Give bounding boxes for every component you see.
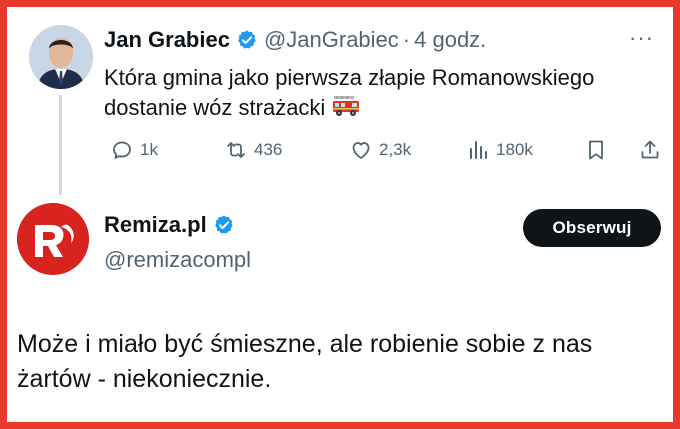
share-action[interactable]	[638, 135, 668, 165]
bookmark-action[interactable]	[584, 135, 614, 165]
views-action[interactable]: 180k	[466, 135, 533, 165]
views-count: 180k	[496, 140, 533, 159]
verified-badge-icon	[213, 214, 235, 236]
reply-to-text: Która gmina jako pierwsza złapie Romanow…	[104, 63, 664, 127]
like-action[interactable]: 2,3k	[349, 135, 411, 165]
reply-action[interactable]: 1k	[110, 135, 158, 165]
author-name[interactable]: Jan Grabiec	[104, 27, 230, 53]
repost-count: 436	[254, 140, 283, 159]
tweet-text: Może i miało być śmieszne, ale robienie …	[17, 330, 593, 393]
bookmark-icon	[589, 140, 603, 160]
like-count: 2,3k	[379, 140, 412, 159]
reply-to-header: Jan Grabiec @JanGrabiec · 4 godz.	[104, 27, 486, 53]
tweet-header: Remiza.pl	[104, 212, 241, 238]
thread-connector-line	[59, 95, 62, 195]
share-icon	[641, 140, 659, 159]
author-handle[interactable]: @JanGrabiec	[264, 27, 399, 53]
author-handle[interactable]: @remizacompl	[104, 247, 251, 273]
reply-icon	[113, 141, 131, 159]
heart-icon	[352, 142, 370, 159]
repost-action[interactable]: 436	[224, 135, 282, 165]
views-chart-icon	[470, 141, 487, 159]
fire-engine-icon	[331, 93, 361, 127]
verified-badge-icon	[236, 29, 258, 51]
timestamp[interactable]: 4 godz.	[414, 27, 486, 53]
avatar-remiza[interactable]	[17, 203, 89, 275]
avatar-jan-grabiec[interactable]	[29, 25, 93, 89]
tweet-screenshot-card: Jan Grabiec @JanGrabiec · 4 godz. ··· Kt…	[7, 7, 673, 422]
separator-dot: ·	[402, 27, 411, 52]
reply-to-action-bar: 1k 436 2,3k 180k	[104, 135, 669, 165]
follow-button[interactable]: Obserwuj	[523, 209, 661, 247]
repost-icon	[227, 142, 245, 158]
author-name[interactable]: Remiza.pl	[104, 212, 207, 238]
more-options-icon[interactable]: ···	[629, 27, 654, 49]
reply-count: 1k	[140, 140, 158, 159]
